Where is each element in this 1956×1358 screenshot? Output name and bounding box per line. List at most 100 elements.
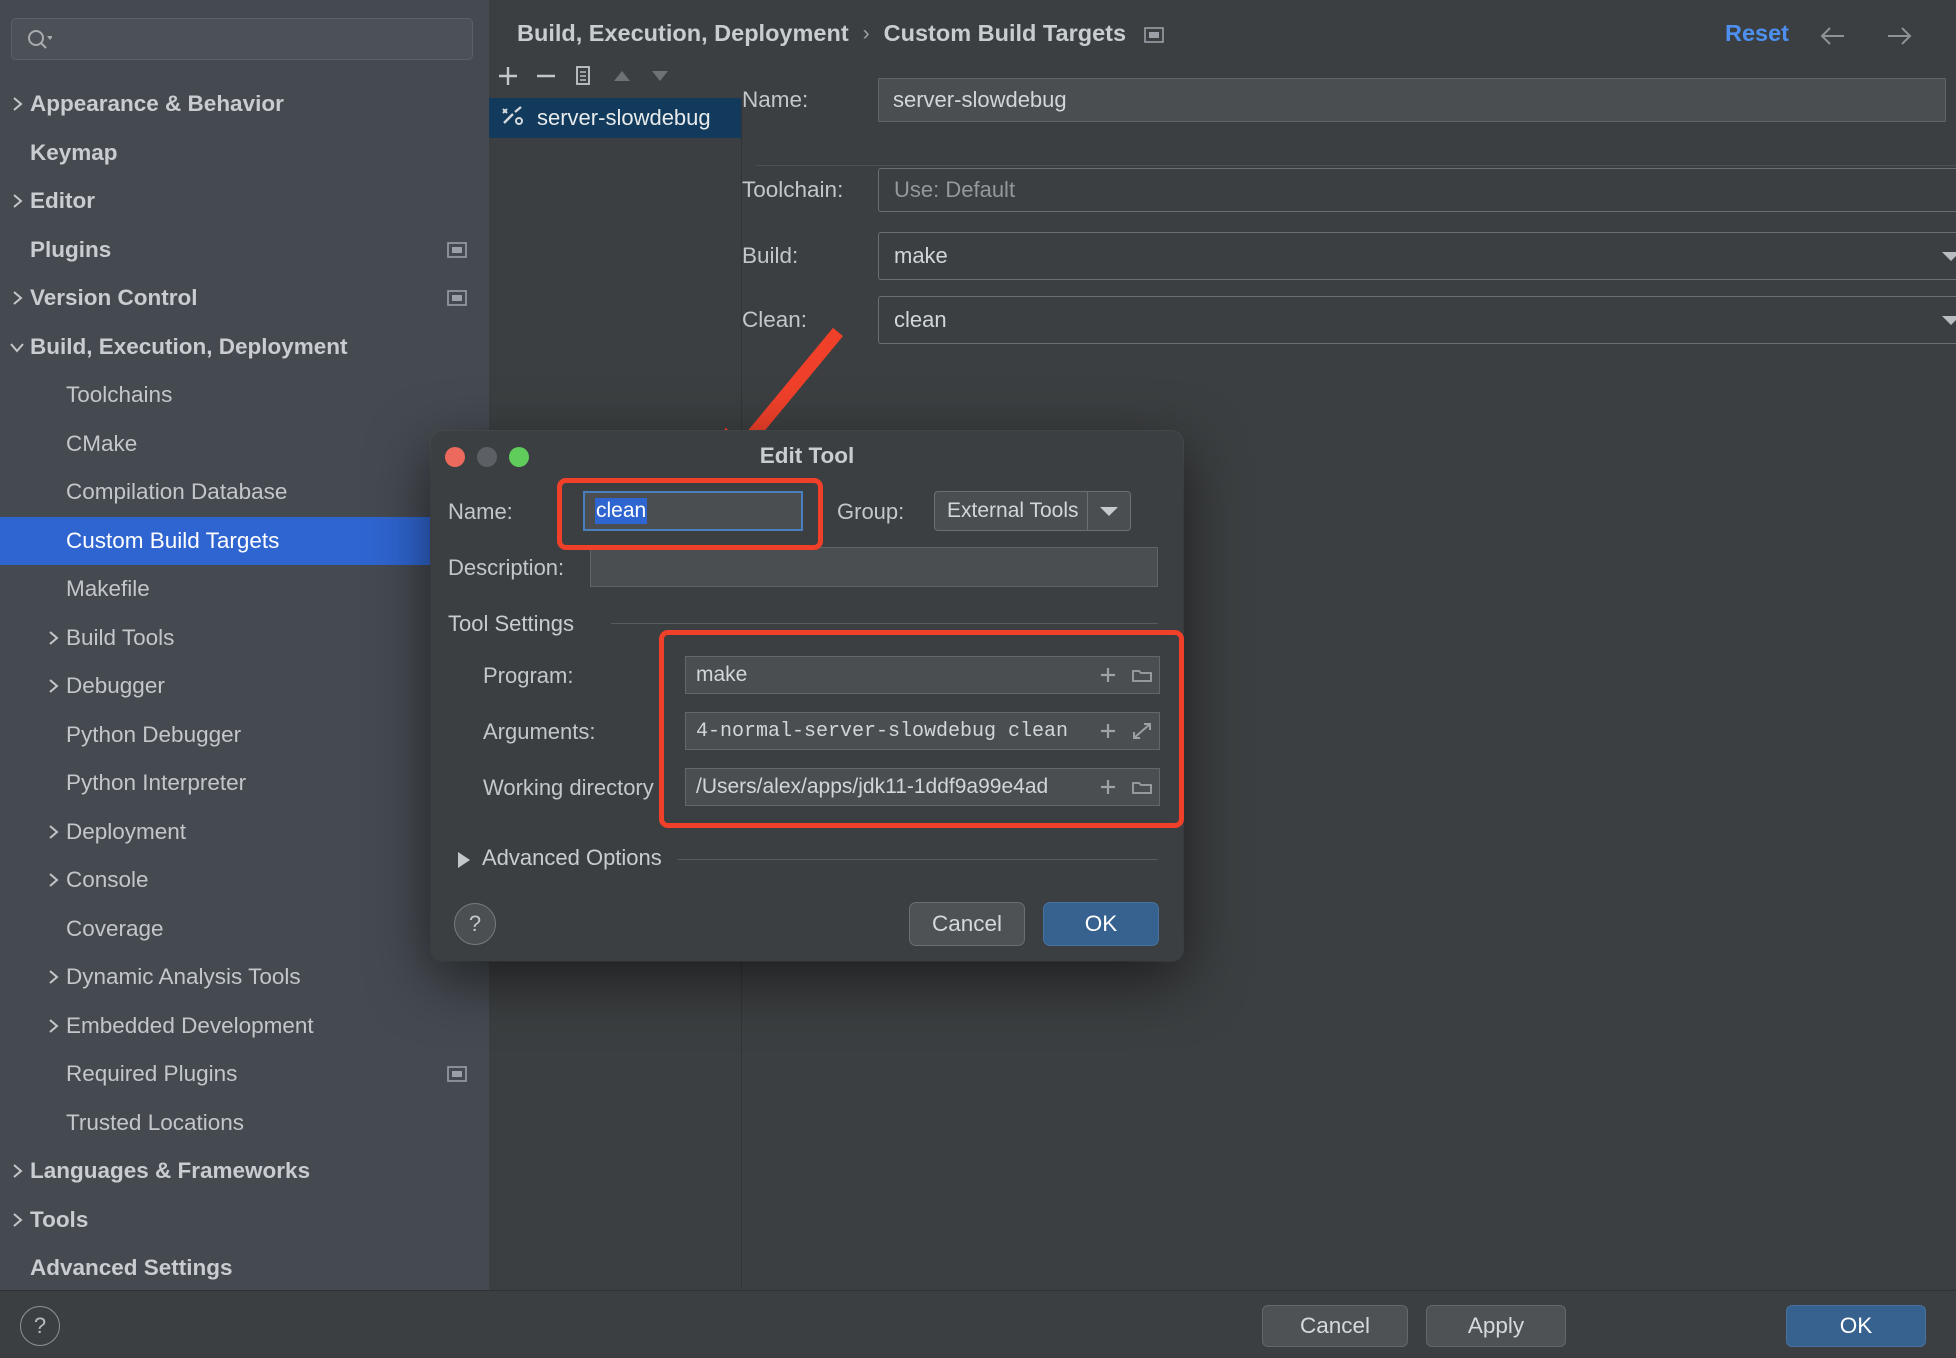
search-box[interactable] (11, 18, 473, 61)
move-up-icon[interactable] (603, 57, 641, 95)
reset-button[interactable]: Reset (1725, 20, 1789, 47)
dialog-name-value: clean (595, 498, 648, 524)
program-field[interactable]: make (685, 656, 1160, 694)
chevron-right-icon[interactable] (44, 629, 62, 647)
sidebar-item-deployment[interactable]: Deployment (0, 808, 489, 857)
sidebar-item-python-debugger[interactable]: Python Debugger (0, 711, 489, 760)
dialog-titlebar: Edit Tool (431, 431, 1183, 481)
sidebar-item-label: Python Interpreter (66, 770, 247, 796)
sidebar-item-advanced-settings[interactable]: Advanced Settings (0, 1244, 489, 1290)
sidebar-item-build-tools[interactable]: Build Tools (0, 614, 489, 663)
sidebar-item-label: Tools (30, 1206, 89, 1232)
target-list-item-server-slowdebug[interactable]: server-slowdebug (489, 98, 741, 138)
sidebar-item-label: Custom Build Targets (66, 527, 280, 553)
window-footer: ? Cancel Apply OK (0, 1290, 1956, 1358)
sidebar-item-appearance-behavior[interactable]: Appearance & Behavior (0, 80, 489, 129)
chevron-right-icon[interactable] (44, 1017, 62, 1035)
chevron-right-icon[interactable] (44, 968, 62, 986)
sidebar-item-required-plugins[interactable]: Required Plugins (0, 1050, 489, 1099)
sidebar-item-python-interpreter[interactable]: Python Interpreter (0, 759, 489, 808)
expand-editor-icon[interactable] (1125, 712, 1159, 750)
project-scope-badge-icon (447, 288, 467, 308)
sidebar-item-tools[interactable]: Tools (0, 1196, 489, 1245)
clean-row: Clean: clean ... (742, 296, 1956, 344)
sidebar-item-editor[interactable]: Editor (0, 177, 489, 226)
insert-macro-icon[interactable] (1091, 656, 1125, 694)
sidebar-item-custom-build-targets[interactable]: Custom Build Targets (0, 516, 489, 565)
move-down-icon[interactable] (641, 57, 679, 95)
dialog-name-label: Name: (448, 499, 513, 524)
dialog-name-field[interactable]: clean (583, 491, 803, 531)
sidebar-item-label: Debugger (66, 673, 165, 699)
clean-label: Clean: (742, 307, 808, 332)
sidebar-item-languages-frameworks[interactable]: Languages & Frameworks (0, 1147, 489, 1196)
sidebar-item-trusted-locations[interactable]: Trusted Locations (0, 1099, 489, 1148)
dialog-description-field[interactable] (590, 547, 1158, 587)
settings-sidebar: Appearance & Behavior Keymap Editor Plugins… (0, 0, 489, 1290)
search-input[interactable] (58, 19, 466, 61)
chevron-right-icon[interactable] (8, 95, 26, 113)
advanced-options-label[interactable]: Advanced Options (482, 845, 662, 871)
chevron-right-icon[interactable] (44, 871, 62, 889)
remove-icon[interactable] (527, 57, 565, 95)
chevron-right-icon[interactable] (8, 1211, 26, 1229)
insert-macro-icon[interactable] (1091, 712, 1125, 750)
sidebar-item-plugins[interactable]: Plugins (0, 226, 489, 275)
project-scope-badge-icon (1144, 24, 1164, 44)
insert-macro-icon[interactable] (1091, 768, 1125, 806)
folder-icon[interactable] (1125, 768, 1159, 806)
build-value: make (894, 243, 948, 268)
settings-tree: Appearance & Behavior Keymap Editor Plugins… (0, 80, 489, 1290)
sidebar-item-embedded-development[interactable]: Embedded Development (0, 1002, 489, 1051)
dialog-ok-button[interactable]: OK (1043, 902, 1159, 946)
chevron-right-icon[interactable] (8, 289, 26, 307)
sidebar-item-debugger[interactable]: Debugger (0, 662, 489, 711)
clean-combo[interactable]: clean (878, 296, 1956, 344)
sidebar-item-compilation-database[interactable]: Compilation Database (0, 468, 489, 517)
sidebar-item-cmake[interactable]: CMake (0, 420, 489, 469)
copy-icon[interactable] (565, 57, 603, 95)
add-icon[interactable] (489, 57, 527, 95)
sidebar-item-label: Build, Execution, Deployment (30, 333, 348, 359)
nav-back-icon[interactable] (1818, 22, 1848, 50)
working-directory-field[interactable]: /Users/alex/apps/jdk11-1ddf9a99e4ad (685, 768, 1160, 806)
dialog-group-dropdown-button[interactable] (1088, 491, 1131, 531)
target-name-input[interactable] (878, 78, 1946, 122)
dialog-help-button[interactable]: ? (454, 903, 496, 945)
cancel-button[interactable]: Cancel (1262, 1305, 1408, 1347)
toolchain-combo[interactable]: Use: Default (878, 168, 1956, 212)
sidebar-item-build-execution-deployment[interactable]: Build, Execution, Deployment (0, 323, 489, 372)
program-label: Program: (483, 663, 574, 688)
sidebar-item-label: Compilation Database (66, 479, 288, 505)
chevron-right-icon[interactable] (44, 823, 62, 841)
build-combo[interactable]: make (878, 232, 1956, 280)
ok-button[interactable]: OK (1786, 1305, 1926, 1347)
breadcrumb-separator: › (862, 21, 870, 45)
folder-icon[interactable] (1125, 656, 1159, 694)
sidebar-item-label: Deployment (66, 818, 187, 844)
working-directory-label: Working directory (483, 775, 654, 800)
sidebar-item-keymap[interactable]: Keymap (0, 129, 489, 178)
sidebar-item-console[interactable]: Console (0, 856, 489, 905)
chevron-down-icon[interactable] (8, 338, 26, 356)
breadcrumb-parent[interactable]: Build, Execution, Deployment (517, 20, 849, 47)
sidebar-item-label: Build Tools (66, 624, 175, 650)
chevron-right-icon[interactable] (44, 677, 62, 695)
sidebar-item-toolchains[interactable]: Toolchains (0, 371, 489, 420)
sidebar-item-version-control[interactable]: Version Control (0, 274, 489, 323)
apply-button[interactable]: Apply (1426, 1305, 1566, 1347)
chevron-right-icon[interactable] (458, 852, 470, 868)
dialog-group-combo[interactable]: External Tools (934, 491, 1088, 531)
arguments-field[interactable]: 4-normal-server-slowdebug clean (685, 712, 1160, 750)
nav-forward-icon[interactable] (1884, 22, 1914, 50)
sidebar-item-dynamic-analysis-tools[interactable]: Dynamic Analysis Tools (0, 953, 489, 1002)
chevron-right-icon[interactable] (8, 1162, 26, 1180)
sidebar-item-label: Required Plugins (66, 1061, 238, 1087)
sidebar-item-makefile[interactable]: Makefile (0, 565, 489, 614)
toolchain-label: Toolchain: (742, 177, 844, 202)
help-button[interactable]: ? (20, 1306, 60, 1346)
dialog-cancel-button[interactable]: Cancel (909, 902, 1025, 946)
sidebar-item-coverage[interactable]: Coverage (0, 905, 489, 954)
chevron-right-icon[interactable] (8, 192, 26, 210)
sidebar-item-label: Appearance & Behavior (30, 91, 284, 117)
